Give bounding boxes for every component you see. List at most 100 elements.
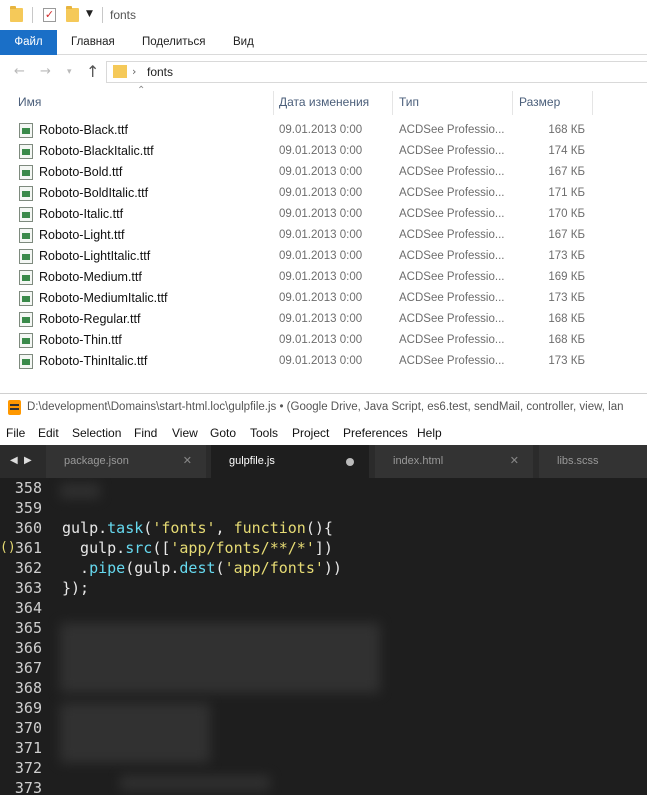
code-line[interactable]: 370: [0, 718, 647, 738]
file-name[interactable]: Roboto-Regular.ttf: [39, 312, 140, 326]
file-size: 168 КБ: [548, 334, 585, 346]
column-divider[interactable]: [392, 91, 393, 115]
tab-view[interactable]: Вид: [219, 30, 268, 55]
file-name[interactable]: Roboto-LightItalic.ttf: [39, 249, 150, 263]
file-row[interactable]: Roboto-ThinItalic.ttf 09.01.2013 0:00 ACDS…: [0, 351, 647, 372]
line-number: 366: [14, 639, 42, 657]
file-name[interactable]: Roboto-Thin.ttf: [39, 333, 122, 347]
tab-share[interactable]: Поделиться: [128, 30, 220, 55]
tab-package-json[interactable]: package.json ✕: [46, 445, 206, 478]
file-name[interactable]: Roboto-BoldItalic.ttf: [39, 186, 148, 200]
code-line[interactable]: 368: [0, 678, 647, 698]
code-text[interactable]: });: [62, 579, 89, 597]
code-line[interactable]: 372: [0, 758, 647, 778]
file-name[interactable]: Roboto-Black.ttf: [39, 123, 128, 137]
file-name[interactable]: Roboto-MediumItalic.ttf: [39, 291, 168, 305]
menu-project[interactable]: Project: [292, 426, 329, 440]
tab-scroll-right-icon[interactable]: ▶: [24, 455, 32, 466]
code-text[interactable]: .pipe(gulp.dest('app/fonts')): [62, 559, 342, 577]
file-type: ACDSee Professio...: [399, 271, 505, 283]
file-row[interactable]: Roboto-BoldItalic.ttf 09.01.2013 0:00 ACDS…: [0, 183, 647, 204]
chevron-right-icon[interactable]: ›: [132, 65, 136, 78]
code-editor[interactable]: 358 359 360 gulp.task('fonts', function(){3…: [0, 478, 647, 795]
file-row[interactable]: Roboto-Thin.ttf 09.01.2013 0:00 ACDSee Pro…: [0, 330, 647, 351]
file-type: ACDSee Professio...: [399, 313, 505, 325]
tab-home[interactable]: Главная: [57, 30, 129, 55]
file-name[interactable]: Roboto-Italic.ttf: [39, 207, 123, 221]
code-line[interactable]: 360 gulp.task('fonts', function(){: [0, 518, 647, 538]
close-icon[interactable]: ✕: [510, 454, 519, 467]
file-row[interactable]: Roboto-Black.ttf 09.01.2013 0:00 ACDSee Pr…: [0, 120, 647, 141]
new-folder-icon[interactable]: [66, 6, 79, 22]
file-row[interactable]: Roboto-Regular.ttf 09.01.2013 0:00 ACDSee …: [0, 309, 647, 330]
code-line[interactable]: 361 gulp.src(['app/fonts/**/*'])(): [0, 538, 647, 558]
file-row[interactable]: Roboto-Bold.ttf 09.01.2013 0:00 ACDSee Pro…: [0, 162, 647, 183]
address-bar[interactable]: › fonts: [106, 61, 647, 83]
file-name[interactable]: Roboto-Medium.ttf: [39, 270, 142, 284]
tab-file[interactable]: Файл: [0, 30, 57, 55]
file-row[interactable]: Roboto-LightItalic.ttf 09.01.2013 0:00 ACD…: [0, 246, 647, 267]
column-divider[interactable]: [273, 91, 274, 115]
editor-title-bar: D:\development\Domains\start-html.loc\gu…: [0, 393, 647, 421]
column-type[interactable]: Тип: [399, 95, 419, 109]
column-divider[interactable]: [512, 91, 513, 115]
file-name[interactable]: Roboto-BlackItalic.ttf: [39, 144, 154, 158]
close-icon[interactable]: ✕: [183, 454, 192, 467]
font-file-icon: [19, 354, 33, 369]
code-line[interactable]: 373: [0, 778, 647, 795]
column-divider[interactable]: [592, 91, 593, 115]
code-line[interactable]: 365: [0, 618, 647, 638]
file-row[interactable]: Roboto-BlackItalic.ttf 09.01.2013 0:00 ACD…: [0, 141, 647, 162]
file-row[interactable]: Roboto-MediumItalic.ttf 09.01.2013 0:00 AC…: [0, 288, 647, 309]
code-line[interactable]: 359: [0, 498, 647, 518]
customize-toolbar-arrow-icon[interactable]: ▼: [86, 9, 93, 19]
file-name[interactable]: Roboto-Bold.ttf: [39, 165, 122, 179]
menu-goto[interactable]: Goto: [210, 426, 236, 440]
properties-check-icon[interactable]: ✓: [43, 8, 56, 22]
file-row[interactable]: Roboto-Italic.ttf 09.01.2013 0:00 ACDSee P…: [0, 204, 647, 225]
code-line[interactable]: 371: [0, 738, 647, 758]
font-file-icon: [19, 228, 33, 243]
file-row[interactable]: Roboto-Light.ttf 09.01.2013 0:00 ACDSee Pr…: [0, 225, 647, 246]
menu-selection[interactable]: Selection: [72, 426, 121, 440]
address-path[interactable]: fonts: [147, 65, 173, 79]
file-name[interactable]: Roboto-ThinItalic.ttf: [39, 354, 147, 368]
menu-view[interactable]: View: [172, 426, 198, 440]
file-date: 09.01.2013 0:00: [279, 187, 363, 199]
code-line[interactable]: 369: [0, 698, 647, 718]
file-date: 09.01.2013 0:00: [279, 229, 363, 241]
tab-gulpfile-js[interactable]: gulpfile.js: [211, 445, 369, 478]
code-text[interactable]: gulp.src(['app/fonts/**/*']): [62, 539, 333, 557]
code-line[interactable]: 364: [0, 598, 647, 618]
code-line[interactable]: 366: [0, 638, 647, 658]
column-name[interactable]: Имя: [18, 95, 41, 109]
file-row[interactable]: Roboto-Medium.ttf 09.01.2013 0:00 ACDSee P…: [0, 267, 647, 288]
code-text[interactable]: gulp.task('fonts', function(){: [62, 519, 333, 537]
forward-arrow-icon[interactable]: →: [40, 64, 51, 79]
tab-index-html[interactable]: index.html ✕: [375, 445, 533, 478]
menu-preferences[interactable]: Preferences: [343, 426, 408, 440]
folder-icon[interactable]: [10, 6, 23, 22]
toolbar-separator: [32, 7, 33, 23]
menu-tools[interactable]: Tools: [250, 426, 278, 440]
file-name[interactable]: Roboto-Light.ttf: [39, 228, 124, 242]
code-line[interactable]: 363});: [0, 578, 647, 598]
code-line[interactable]: 358: [0, 478, 647, 498]
menu-edit[interactable]: Edit: [38, 426, 59, 440]
column-date-modified[interactable]: Дата изменения: [279, 95, 369, 109]
menu-find[interactable]: Find: [134, 426, 157, 440]
code-line[interactable]: 362 .pipe(gulp.dest('app/fonts')): [0, 558, 647, 578]
file-type: ACDSee Professio...: [399, 355, 505, 367]
up-arrow-icon[interactable]: ↑: [86, 62, 99, 81]
tab-libs-scss[interactable]: libs.scss: [539, 445, 647, 478]
code-line[interactable]: 367: [0, 658, 647, 678]
menu-file[interactable]: File: [6, 426, 25, 440]
unsaved-dot-icon[interactable]: [346, 458, 354, 466]
tab-scroll-left-icon[interactable]: ◀: [10, 455, 18, 466]
menu-bar: File Edit Selection Find View Goto Tools…: [0, 421, 647, 445]
menu-help[interactable]: Help: [417, 426, 442, 440]
column-size[interactable]: Размер: [519, 95, 560, 109]
recent-locations-chevron-icon[interactable]: ▾: [67, 67, 72, 77]
file-date: 09.01.2013 0:00: [279, 292, 363, 304]
back-arrow-icon[interactable]: ←: [14, 64, 25, 79]
